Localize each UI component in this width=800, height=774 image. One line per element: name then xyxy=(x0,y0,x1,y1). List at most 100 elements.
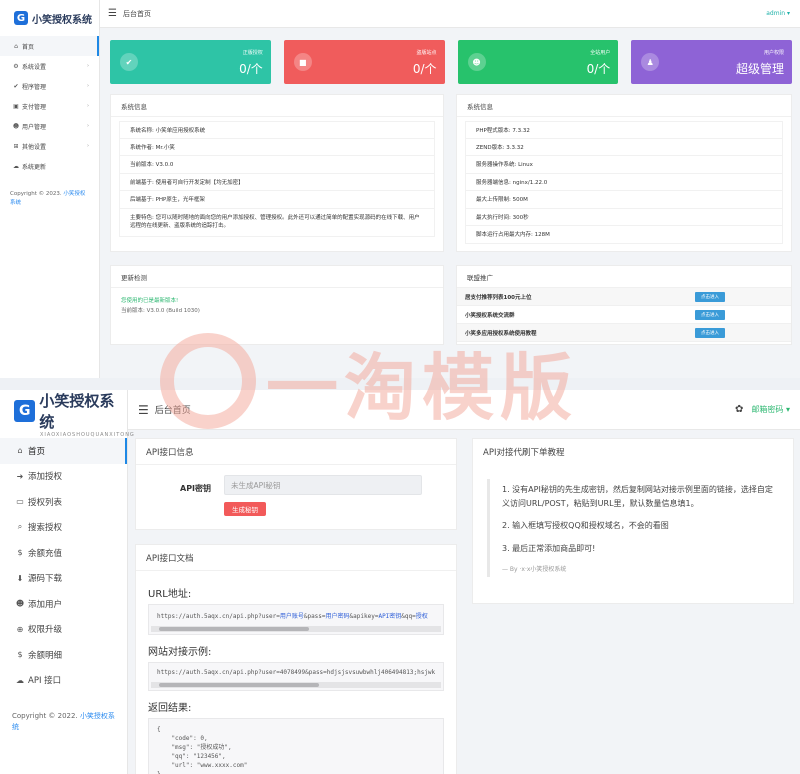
sidebar-item-1[interactable]: ➜ 添加授权 xyxy=(0,464,127,490)
stat-card-3: ♟ 用户权限 超级管理 xyxy=(631,40,792,84)
promo-row: 小笑多应用授权系统使用教程 点击进入 xyxy=(457,324,791,342)
sidebar-item-label: API 接口 xyxy=(28,676,62,687)
example-heading: 网站对接示例: xyxy=(148,647,212,658)
monitor-icon: ▭ xyxy=(16,497,24,507)
sidebar-item-label: 余额充值 xyxy=(28,548,63,559)
sidebar-item-1[interactable]: ⚙ 系统设置 › xyxy=(0,56,99,76)
breadcrumb: 后台首页 xyxy=(122,9,151,18)
dollar-icon: $ xyxy=(17,650,23,660)
cloud-icon: ☁ xyxy=(13,162,19,170)
copyright: Copyright © 2022. 小笑授权系统 xyxy=(12,712,115,732)
download-icon: ⬇ xyxy=(16,573,24,583)
horizontal-scrollbar[interactable] xyxy=(151,682,441,688)
guide-footer: — By ·x·x小笑授权系统 xyxy=(502,566,567,574)
menu-toggle-icon[interactable]: ☰ xyxy=(108,8,117,19)
promo-enter-button[interactable]: 点击进入 xyxy=(695,327,725,338)
info-row: 系统名称: 小笑单应用授权系统 xyxy=(119,121,435,139)
trash-icon: ■ xyxy=(293,53,312,71)
sidebar-item-label: 支付管理 xyxy=(22,103,47,111)
sidebar-item-2[interactable]: ✔ 程序管理 › xyxy=(0,76,99,96)
panel-title: API接口信息 xyxy=(136,439,456,465)
home-icon: ⌂ xyxy=(17,446,23,456)
update-panel: 更新检测 您使用的已是最新版本! 当前版本: V3.0.0 (Build 103… xyxy=(110,265,444,345)
sidebar: G 小笑授权系统 XIAOXIAOSHOUQUANXITONG ⌂ 首页 ➜ 添加授权… xyxy=(0,390,134,774)
chevron-right-icon: › xyxy=(87,83,89,89)
stat-label: 盗版站点 xyxy=(416,50,437,56)
api-key-input[interactable]: 未生成API秘钥 xyxy=(224,475,422,495)
json-line: "url": "www.xxxx.com" xyxy=(157,762,248,769)
promo-enter-button[interactable]: 点击进入 xyxy=(695,309,725,320)
panel-title: 系统信息 xyxy=(457,95,791,117)
sidebar-item-4[interactable]: ☻ 用户管理 › xyxy=(0,116,99,136)
info-row: PHP程式版本: 7.3.32 xyxy=(465,121,783,139)
sidebar-nav: ⌂ 首页 ⚙ 系统设置 › ✔ 程序管理 › ▣ 支付管理 › ☻ 用户管理 › ⊞ 其他设置 › ☁ 系统更新 xyxy=(0,36,99,176)
logo[interactable]: G 小笑授权系统 xyxy=(0,0,99,36)
info-row: 前端基于: 使用者可自行开发定制【均无加密】 xyxy=(119,173,435,191)
add-user-icon: ☻ xyxy=(15,599,25,609)
example-code-box[interactable]: https://auth.5aqx.cn/api.php?user=407849… xyxy=(148,662,444,691)
guide-blockquote: 1. 没有API秘钥的先生成密钥，然后复制网站对接示例里面的链接，选择自定义访问… xyxy=(487,479,779,578)
sidebar-item-label: 其他设置 xyxy=(22,143,47,151)
promo-enter-button[interactable]: 点击进入 xyxy=(695,291,725,302)
sidebar-item-0[interactable]: ⌂ 首页 xyxy=(0,438,127,464)
sidebar-item-6[interactable]: ☻ 添加用户 xyxy=(0,591,127,617)
sidebar-item-3[interactable]: ▣ 支付管理 › xyxy=(0,96,99,116)
sidebar-item-7[interactable]: ⊕ 权限升级 xyxy=(0,617,127,643)
chevron-right-icon: › xyxy=(87,63,89,69)
info-row: 最大执行时间: 300秒 xyxy=(465,208,783,226)
sidebar: G 小笑授权系统 ⌂ 首页 ⚙ 系统设置 › ✔ 程序管理 › ▣ 支付管理 › ☻ 用户管理 › ⊞ 其他设… xyxy=(0,0,100,378)
dollar-icon: $ xyxy=(17,548,23,558)
cloud-icon: ☁ xyxy=(16,675,24,685)
user-menu[interactable]: 邮箱密码 ▾ xyxy=(751,404,790,415)
url-code-box[interactable]: https://auth.5aqx.cn/api.php?user=用户账号&p… xyxy=(148,604,444,635)
sidebar-item-8[interactable]: $ 余额明细 xyxy=(0,642,127,668)
logo-icon: G xyxy=(14,400,36,422)
json-line: "msg": "授权成功", xyxy=(157,744,232,751)
sidebar-item-6[interactable]: ☁ 系统更新 xyxy=(0,156,99,176)
panel-title: API接口文档 xyxy=(136,545,456,571)
logo-text: 小笑授权系统 xyxy=(32,14,92,26)
json-line: "code": 0, xyxy=(157,735,208,742)
person-icon: ♟ xyxy=(641,53,660,71)
sidebar-item-5[interactable]: ⊞ 其他设置 › xyxy=(0,136,99,156)
sidebar-item-9[interactable]: ☁ API 接口 xyxy=(0,668,127,694)
generate-key-button[interactable]: 生成秘钥 xyxy=(224,502,266,516)
sidebar-item-0[interactable]: ⌂ 首页 xyxy=(0,36,99,56)
horizontal-scrollbar[interactable] xyxy=(151,626,441,632)
info-row: 最大上传限制: 500M xyxy=(465,191,783,209)
promo-text[interactable]: 小笑授权系统交流群 xyxy=(465,311,695,319)
header: ☰ 后台首页 ✿ 邮箱密码 ▾ xyxy=(128,390,800,430)
api-key-label: API密钥 xyxy=(180,484,212,493)
sidebar-item-4[interactable]: $ 余额充值 xyxy=(0,540,127,566)
system-info-list: 系统名称: 小笑单应用授权系统 系统作者: Mr.小笑 当前版本: V3.0.0 前端… xyxy=(111,117,443,241)
scroll-thumb[interactable] xyxy=(159,627,309,631)
users-icon: ☻ xyxy=(467,53,486,71)
sidebar-item-2[interactable]: ▭ 授权列表 xyxy=(0,489,127,515)
user-menu[interactable]: admin ▾ xyxy=(766,10,790,17)
guide-steps: 1. 没有API秘钥的先生成密钥，然后复制网站对接示例里面的链接，选择自定义访问… xyxy=(502,483,779,555)
info-row: 脚本运行占用最大内存: 128M xyxy=(465,226,783,244)
info-row: 当前版本: V3.0.0 xyxy=(119,156,435,174)
stat-value: 0/个 xyxy=(239,62,263,76)
palette-icon[interactable]: ✿ xyxy=(735,404,743,415)
info-row: 后端基于: PHP原生，光年框架 xyxy=(119,191,435,209)
json-line: { xyxy=(157,726,161,733)
chevron-down-icon: ▾ xyxy=(786,10,790,17)
breadcrumb: 后台首页 xyxy=(154,406,191,416)
sidebar-item-label: 添加用户 xyxy=(28,599,63,610)
stat-label: 全站用户 xyxy=(590,50,611,56)
sidebar-item-5[interactable]: ⬇ 源码下载 xyxy=(0,566,127,592)
logo-icon: G xyxy=(14,11,28,25)
sidebar-item-3[interactable]: ⌕ 搜索授权 xyxy=(0,515,127,541)
scroll-thumb[interactable] xyxy=(159,683,319,687)
logo[interactable]: G 小笑授权系统 XIAOXIAOSHOUQUANXITONG xyxy=(0,390,134,438)
menu-toggle-icon[interactable]: ☰ xyxy=(138,403,149,417)
stat-card-0: ✔ 正版授权 0/个 xyxy=(110,40,271,84)
stat-label: 正版授权 xyxy=(242,50,263,56)
promo-text[interactable]: 小笑多应用授权系统使用教程 xyxy=(465,329,695,337)
sidebar-item-label: 首页 xyxy=(22,43,35,51)
arrow-right-icon: ➜ xyxy=(16,471,24,481)
panel-title: API对接代刷下单教程 xyxy=(483,448,565,458)
current-version: 当前版本: V3.0.0 (Build 1030) xyxy=(121,308,200,314)
promo-text[interactable]: 居支付推荐列表100元上位 xyxy=(465,293,695,301)
